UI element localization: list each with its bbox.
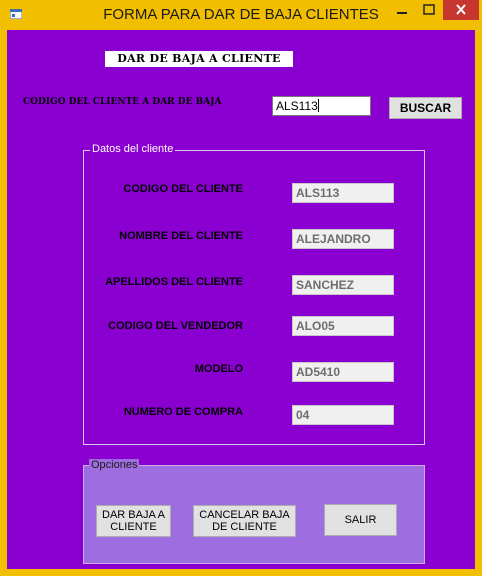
delete-client-button-line2: CLIENTE: [110, 521, 157, 533]
field-label-wrap: MODELO: [84, 363, 322, 377]
client-data-group: Datos del cliente CODIGO DEL CLIENTE ALS…: [83, 143, 425, 445]
model-field[interactable]: AD5410: [292, 362, 394, 382]
delete-client-button[interactable]: DAR BAJA A CLIENTE: [96, 505, 171, 537]
exit-button[interactable]: SALIR: [324, 504, 397, 536]
field-label-wrap: NOMBRE DEL CLIENTE: [84, 230, 322, 244]
cancel-deletion-button-label: CANCELAR BAJA DE CLIENTE: [199, 509, 289, 533]
minimize-button[interactable]: [389, 0, 415, 20]
delete-client-button-label: DAR BAJA A CLIENTE: [102, 509, 165, 533]
search-label: CODIGO DEL CLIENTE A DAR DE BAJA: [23, 97, 222, 107]
field-label-client-surname: APELLIDOS DEL CLIENTE: [105, 276, 243, 288]
field-label-seller-code: CODIGO DEL VENDEDOR: [108, 320, 243, 332]
client-data-legend: Datos del cliente: [90, 143, 176, 155]
cancel-deletion-button-line1: CANCELAR BAJA: [199, 509, 290, 521]
form-client-area: DAR DE BAJA A CLIENTE CODIGO DEL CLIENTE…: [7, 30, 475, 569]
title-bar[interactable]: FORMA PARA DAR DE BAJA CLIENTES: [0, 0, 482, 30]
delete-client-button-line1: DAR BAJA A: [102, 509, 165, 521]
options-legend: Opciones: [89, 459, 140, 471]
form-heading: DAR DE BAJA A CLIENTE: [117, 52, 281, 65]
close-icon: [456, 4, 466, 15]
field-label-wrap: CODIGO DEL CLIENTE: [84, 183, 322, 197]
cancel-deletion-button[interactable]: CANCELAR BAJA DE CLIENTE: [193, 505, 296, 537]
client-code-search-input[interactable]: ALS113: [272, 96, 371, 116]
heading-box: DAR DE BAJA A CLIENTE: [105, 51, 293, 67]
field-label-model: MODELO: [194, 363, 243, 375]
field-label-wrap: NUMERO DE COMPRA: [84, 406, 322, 420]
field-label-wrap: CODIGO DEL VENDEDOR: [84, 320, 322, 334]
text-cursor: [317, 99, 319, 112]
search-input-value: ALS113: [276, 99, 318, 113]
window-title-text: FORMA PARA DAR DE BAJA CLIENTES: [103, 6, 379, 23]
close-button[interactable]: [443, 0, 479, 20]
field-label-wrap: APELLIDOS DEL CLIENTE: [84, 276, 322, 290]
cancel-deletion-button-line2: DE CLIENTE: [212, 521, 277, 533]
minimize-icon: [397, 12, 407, 14]
field-label-purchase-number: NUMERO DE COMPRA: [123, 406, 243, 418]
search-button[interactable]: BUSCAR: [389, 97, 462, 119]
purchase-number-field[interactable]: 04: [292, 405, 394, 425]
client-name-field[interactable]: ALEJANDRO: [292, 229, 394, 249]
seller-code-field[interactable]: ALO05: [292, 316, 394, 336]
client-code-field[interactable]: ALS113: [292, 183, 394, 203]
field-label-client-code: CODIGO DEL CLIENTE: [123, 183, 243, 195]
field-label-client-name: NOMBRE DEL CLIENTE: [119, 230, 243, 242]
client-surname-field[interactable]: SANCHEZ: [292, 275, 394, 295]
window: FORMA PARA DAR DE BAJA CLIENTES DAR DE B…: [0, 0, 482, 576]
maximize-icon: [423, 4, 435, 15]
maximize-button[interactable]: [416, 0, 442, 20]
